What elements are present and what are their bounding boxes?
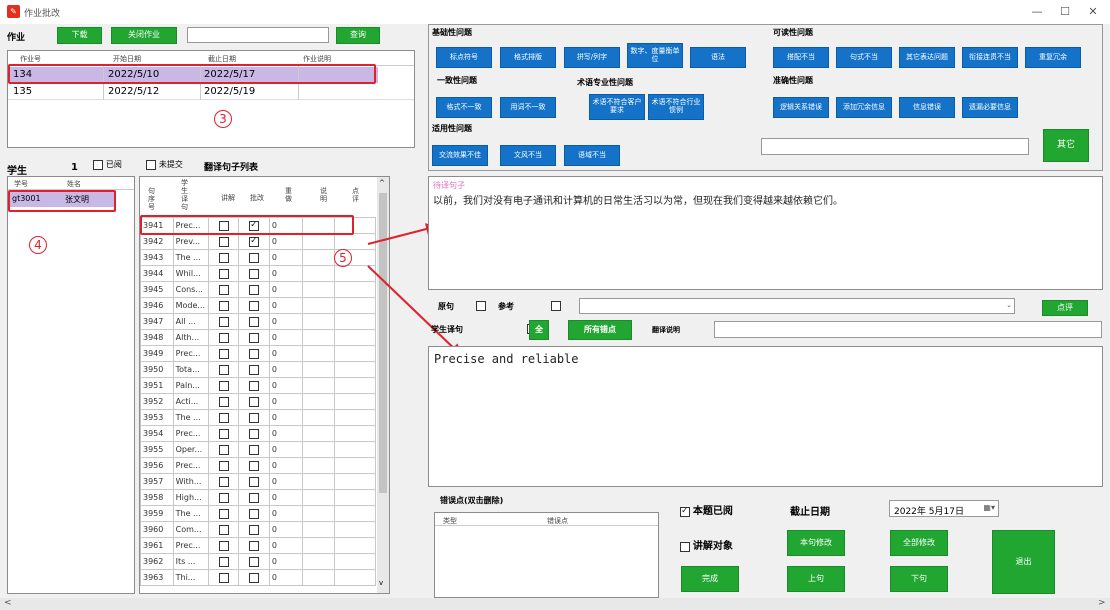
accuracy-errors-label: 准确性问题	[773, 76, 813, 85]
comment-button[interactable]: 点评	[1042, 300, 1088, 316]
error-btn-term-client[interactable]: 术语不符合客户要求	[589, 94, 645, 120]
reference-checkbox[interactable]	[550, 301, 561, 311]
error-btn-logic[interactable]: 逻辑关系错误	[773, 97, 829, 118]
source-label: 待译句子	[433, 181, 465, 190]
error-btn-register[interactable]: 语域不当	[564, 145, 620, 166]
horizontal-scrollbar[interactable]: < >	[0, 598, 1110, 610]
readability-errors-label: 可读性问题	[773, 28, 813, 37]
error-points-table[interactable]: 类型 错误点	[434, 512, 659, 598]
original-label: 原句	[438, 302, 454, 311]
calendar-icon[interactable]: ▦▾	[983, 503, 995, 512]
revise-sentence-button[interactable]: 本句修改	[787, 530, 845, 556]
error-btn-numbers[interactable]: 数字、度量衡单位	[627, 43, 683, 68]
reviewed-toggle[interactable]: 本题已阅	[680, 502, 733, 517]
exit-button[interactable]: 退出	[992, 530, 1055, 594]
other-error-button[interactable]: 其它	[1043, 129, 1089, 162]
error-btn-missing-info[interactable]: 遗漏必要信息	[962, 97, 1018, 118]
consistency-errors-label: 一致性问题	[437, 76, 477, 85]
usability-errors-label: 适用性问题	[432, 124, 472, 133]
error-btn-grammar[interactable]: 语法	[690, 47, 746, 68]
error-btn-wording-inconsistent[interactable]: 用词不一致	[500, 97, 556, 118]
error-btn-term-industry[interactable]: 术语不符合行业惯例	[648, 94, 704, 120]
prev-sentence-button[interactable]: 上句	[787, 566, 845, 592]
error-btn-added-info[interactable]: 添加冗余信息	[836, 97, 892, 118]
error-btn-info-error[interactable]: 信息错误	[899, 97, 955, 118]
error-btn-format-inconsistent[interactable]: 格式不一致	[436, 97, 492, 118]
source-text: 以前，我们对没有电子通讯和计算机的日常生活习以为常，但现在我们变得越来越依赖它们…	[433, 196, 843, 207]
scroll-left-icon[interactable]: <	[4, 598, 12, 608]
all-button[interactable]: 全	[529, 320, 549, 340]
error-btn-communication[interactable]: 交流效果不佳	[432, 145, 488, 166]
student-translation-label: 学生译句	[431, 325, 463, 334]
deadline-value: 2022年 5月17日	[894, 507, 964, 517]
deadline-label: 截止日期	[790, 507, 830, 518]
revise-all-button[interactable]: 全部修改	[890, 530, 948, 556]
scroll-right-icon[interactable]: >	[1098, 598, 1106, 608]
translation-textarea[interactable]: Precise and reliable	[428, 346, 1103, 487]
reference-select[interactable]: ⌄	[579, 298, 1015, 314]
error-btn-format[interactable]: 格式排版	[500, 47, 556, 68]
basic-errors-label: 基础性问题	[432, 28, 472, 37]
next-sentence-button[interactable]: 下句	[890, 566, 948, 592]
reference-label: 参考	[498, 302, 514, 311]
error-btn-cohesion[interactable]: 衔接连贯不当	[962, 47, 1018, 68]
other-error-input[interactable]	[761, 138, 1029, 155]
explain-target-toggle[interactable]: 讲解对象	[680, 537, 733, 552]
translation-note-label: 翻译说明	[652, 326, 680, 334]
error-btn-other-expression[interactable]: 其它表达问题	[899, 47, 955, 68]
error-btn-collocation[interactable]: 搭配不当	[773, 47, 829, 68]
translation-text: Precise and reliable	[434, 352, 579, 366]
error-btn-redundancy[interactable]: 重复冗余	[1025, 47, 1081, 68]
translation-note-input[interactable]	[714, 321, 1102, 338]
chevron-down-icon[interactable]: ⌄	[1006, 301, 1012, 309]
error-btn-sentence-pattern[interactable]: 句式不当	[836, 47, 892, 68]
source-sentence-panel: 待译句子 以前，我们对没有电子通讯和计算机的日常生活习以为常，但现在我们变得越来…	[428, 176, 1103, 290]
error-btn-punctuation[interactable]: 标点符号	[436, 47, 492, 68]
error-btn-spelling[interactable]: 拼写/列字	[564, 47, 620, 68]
done-button[interactable]: 完成	[681, 566, 739, 592]
error-btn-style[interactable]: 文风不当	[500, 145, 556, 166]
deadline-date-picker[interactable]: 2022年 5月17日 ▦▾	[889, 500, 999, 517]
term-errors-label: 术语专业性问题	[577, 78, 633, 87]
error-points-label: 错误点(双击删除)	[440, 496, 504, 505]
all-errors-button[interactable]: 所有错点	[568, 320, 632, 340]
original-checkbox[interactable]	[476, 301, 486, 311]
error-category-panel: 基础性问题 可读性问题 一致性问题 术语专业性问题 准确性问题 适用性问题 标点…	[428, 24, 1103, 171]
